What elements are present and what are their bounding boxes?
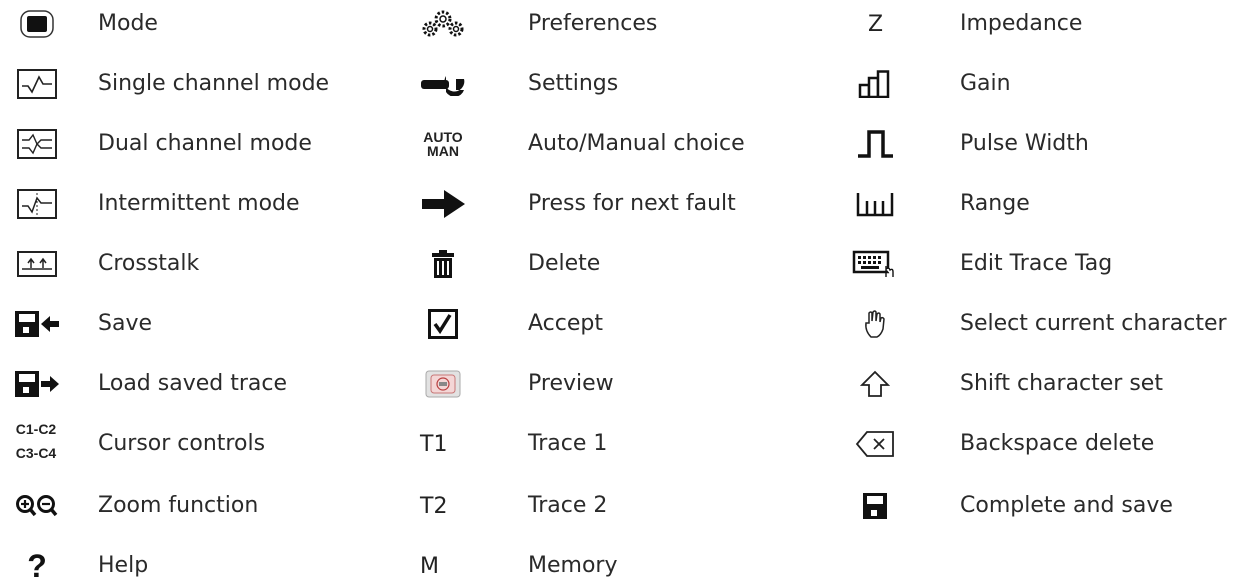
- legend-label: Memory: [528, 553, 618, 578]
- pulse-width-icon: [852, 124, 898, 164]
- memory-icon: M: [420, 553, 439, 579]
- gain-icon: [852, 64, 898, 104]
- legend-label: Pulse Width: [960, 131, 1089, 156]
- legend-label: Range: [960, 191, 1030, 216]
- legend-label: Complete and save: [960, 493, 1173, 518]
- legend-label: Shift character set: [960, 371, 1163, 396]
- shift-icon: [852, 364, 898, 404]
- hand-icon: [852, 304, 898, 344]
- keyboard-icon: [852, 244, 898, 284]
- legend-label: Edit Trace Tag: [960, 251, 1113, 276]
- legend-label: Gain: [960, 71, 1011, 96]
- legend-label: Impedance: [960, 11, 1083, 36]
- legend-label: Select current character: [960, 311, 1227, 336]
- floppy-icon: [852, 486, 898, 526]
- legend-row-select-character: Select current character: [0, 304, 1236, 344]
- legend-row-gain: Gain: [0, 64, 1236, 104]
- legend-label: Backspace delete: [960, 431, 1155, 456]
- backspace-icon: [852, 424, 898, 464]
- legend-row-pulse-width: Pulse Width: [0, 124, 1236, 164]
- legend-row-impedance: Z Impedance: [0, 4, 1236, 44]
- legend-row-edit-trace-tag: Edit Trace Tag: [0, 244, 1236, 284]
- range-icon: [852, 184, 898, 224]
- legend-row-shift: Shift character set: [0, 364, 1236, 404]
- legend-row-complete-save: Complete and save: [0, 486, 1236, 526]
- legend-row-backspace: Backspace delete: [0, 424, 1236, 464]
- legend-row-memory: M Memory: [0, 546, 1236, 586]
- legend-row-range: Range: [0, 184, 1236, 224]
- impedance-icon: Z: [868, 11, 884, 37]
